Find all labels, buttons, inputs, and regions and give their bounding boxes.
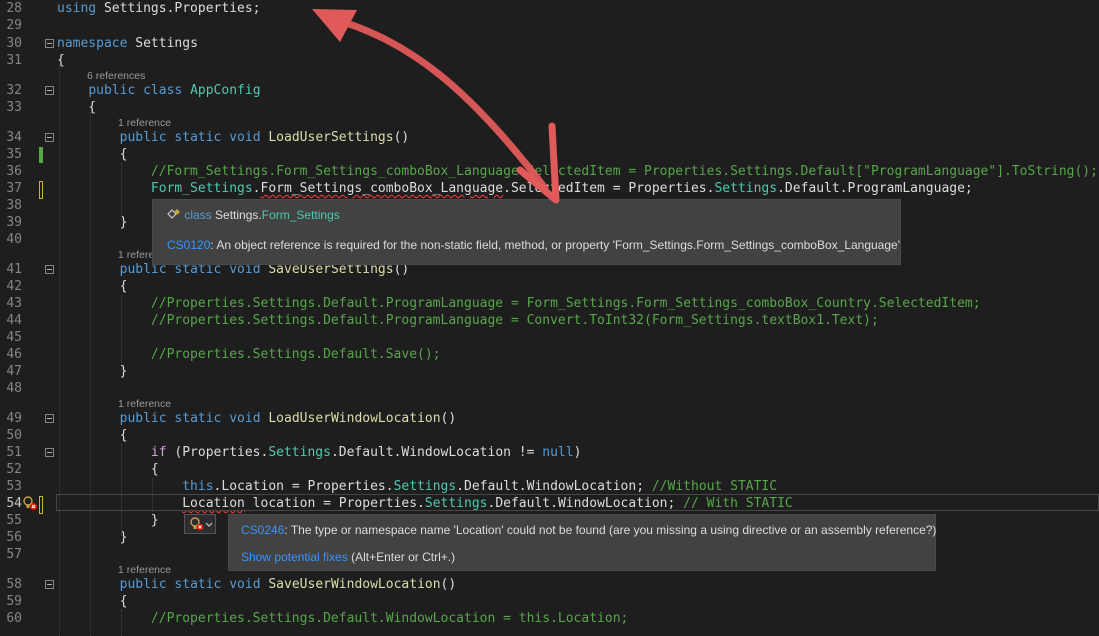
code-editor[interactable]: 28 29 30 31 32 33 34 35 36 37 38 39 40 41 42 43 44 45 46 47… [0,0,1099,636]
annotation-arrow [312,9,560,204]
